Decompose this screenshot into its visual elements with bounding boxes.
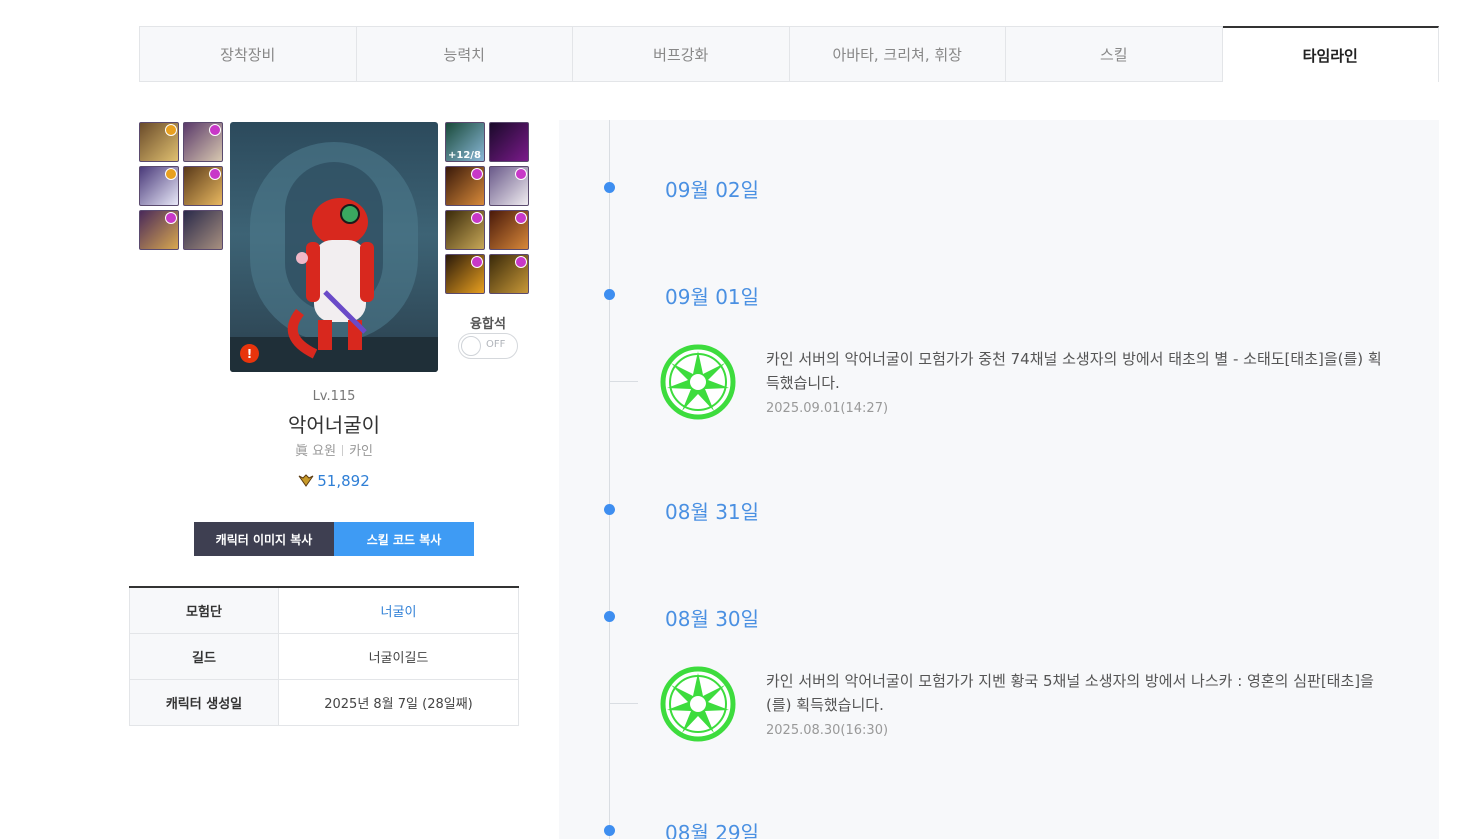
popularity-value: 51,892	[317, 472, 370, 490]
character-server: 카인	[349, 444, 373, 459]
equip-slot-belt[interactable]	[183, 166, 223, 206]
equip-slot-support[interactable]	[489, 210, 529, 250]
upgrade-icon	[165, 212, 177, 224]
upgrade-icon	[515, 256, 527, 268]
created-date-value: 2025년 8월 7일 (28일째)	[279, 680, 519, 725]
timeline-date-group: 09월 02일	[559, 174, 959, 202]
equip-slot-shoulder[interactable]	[139, 122, 179, 162]
tab-equipment[interactable]: 장착장비	[139, 26, 357, 82]
toggle-knob	[461, 336, 481, 356]
character-image: !	[230, 122, 438, 372]
character-job-server: 眞 요원 카인	[129, 440, 539, 459]
timeline-date: 08월 31일	[665, 500, 760, 524]
copy-skill-code-button[interactable]: 스킬 코드 복사	[334, 522, 474, 556]
timeline-entry-text: 카인 서버의 악어너굴이 모험가가 중천 74채널 소생자의 방에서 태초의 별…	[766, 350, 1382, 392]
upgrade-icon	[165, 168, 177, 180]
primeval-item-icon[interactable]	[659, 343, 737, 421]
equip-slot-bracelet[interactable]	[445, 166, 485, 206]
created-date-label: 캐릭터 생성일	[129, 680, 279, 725]
timeline-date-group: 08월 30일	[559, 603, 959, 631]
tab-skill[interactable]: 스킬	[1006, 26, 1223, 82]
divider	[342, 445, 344, 456]
guild-value: 너굴이길드	[279, 634, 519, 679]
character-scene-illustration	[230, 142, 438, 372]
tab-avatar-creature-emblem[interactable]: 아바타, 크리쳐, 휘장	[789, 26, 1006, 82]
timeline-dot	[604, 611, 615, 622]
timeline-dot	[604, 182, 615, 193]
timeline-dot	[604, 504, 615, 515]
timeline-date: 09월 01일	[665, 285, 760, 309]
character-job: 眞 요원	[295, 444, 337, 459]
timeline-entry-time: 2025.08.30(16:30)	[766, 723, 889, 738]
timeline-panel: 09월 02일 09월 01일 카인 서버의 악어너굴이 모험가가 중천 74채…	[559, 120, 1439, 839]
equip-slot-bottom[interactable]	[139, 166, 179, 206]
upgrade-icon	[515, 212, 527, 224]
timeline-entry: 카인 서버의 악어너굴이 모험가가 지벤 황국 5채널 소생자의 방에서 나스카…	[610, 665, 1390, 745]
tab-buff-enhance[interactable]: 버프강화	[573, 26, 790, 82]
tab-stats[interactable]: 능력치	[356, 26, 573, 82]
timeline-dot	[604, 289, 615, 300]
table-row: 캐릭터 생성일 2025년 8월 7일 (28일째)	[129, 680, 519, 726]
popularity: 51,892	[129, 472, 539, 490]
timeline-date-group: 09월 01일	[559, 281, 959, 309]
alert-icon[interactable]: !	[240, 344, 259, 363]
equip-slot-shoes[interactable]	[139, 210, 179, 250]
upgrade-icon	[515, 168, 527, 180]
equip-slot-magic-stone[interactable]	[445, 254, 485, 294]
fame-icon	[298, 474, 314, 487]
tab-timeline[interactable]: 타임라인	[1222, 26, 1439, 82]
timeline-entry: 카인 서버의 악어너굴이 모험가가 중천 74채널 소생자의 방에서 태초의 별…	[610, 343, 1390, 423]
timeline-dot	[604, 825, 615, 836]
upgrade-icon	[471, 212, 483, 224]
equip-slot-weapon[interactable]: +12/8	[445, 122, 485, 162]
adventure-link[interactable]: 너굴이	[279, 588, 519, 633]
adventure-label: 모험단	[129, 588, 279, 633]
equip-slot-earring[interactable]	[489, 254, 529, 294]
timeline-entry-text: 카인 서버의 악어너굴이 모험가가 지벤 황국 5채널 소생자의 방에서 나스카…	[766, 672, 1374, 714]
copy-button-group: 캐릭터 이미지 복사 스킬 코드 복사	[194, 522, 474, 556]
upgrade-icon	[471, 256, 483, 268]
guild-label: 길드	[129, 634, 279, 679]
timeline-branch	[610, 703, 638, 704]
copy-character-image-button[interactable]: 캐릭터 이미지 복사	[194, 522, 334, 556]
fusion-stone-toggle[interactable]: OFF	[458, 333, 518, 359]
timeline-date-group: 08월 31일	[559, 496, 959, 524]
table-row: 모험단 너굴이	[129, 588, 519, 634]
equip-slot-title[interactable]	[183, 210, 223, 250]
upgrade-icon	[209, 168, 221, 180]
equip-slot-necklace[interactable]	[489, 166, 529, 206]
weapon-upgrade-label: +12/8	[448, 150, 481, 161]
timeline-date: 08월 29일	[665, 821, 760, 839]
upgrade-icon	[165, 124, 177, 136]
timeline-branch	[610, 381, 638, 382]
upgrade-icon	[209, 124, 221, 136]
fusion-stone-label: 융합석	[470, 317, 506, 332]
equip-slot-top[interactable]	[183, 122, 223, 162]
tab-bar: 장착장비 능력치 버프강화 아바타, 크리쳐, 휘장 스킬 타임라인	[139, 26, 1439, 82]
timeline-date: 09월 02일	[665, 178, 760, 202]
timeline-entry-time: 2025.09.01(14:27)	[766, 401, 889, 416]
upgrade-icon	[471, 168, 483, 180]
character-info-table: 모험단 너굴이 길드 너굴이길드 캐릭터 생성일 2025년 8월 7일 (28…	[129, 586, 519, 726]
table-row: 길드 너굴이길드	[129, 634, 519, 680]
character-level: Lv.115	[312, 389, 356, 404]
equip-slot-ring[interactable]	[445, 210, 485, 250]
character-name: 악어너굴이	[288, 413, 380, 437]
toggle-state: OFF	[486, 339, 506, 350]
primeval-item-icon[interactable]	[659, 665, 737, 743]
timeline-date-group: 08월 29일	[559, 817, 959, 839]
timeline-date: 08월 30일	[665, 607, 760, 631]
equip-slot-subweapon[interactable]	[489, 122, 529, 162]
character-panel: ! +12/8 융합석 OFF Lv.115 악어너굴이 眞 요원 카인 51,8…	[129, 120, 529, 840]
